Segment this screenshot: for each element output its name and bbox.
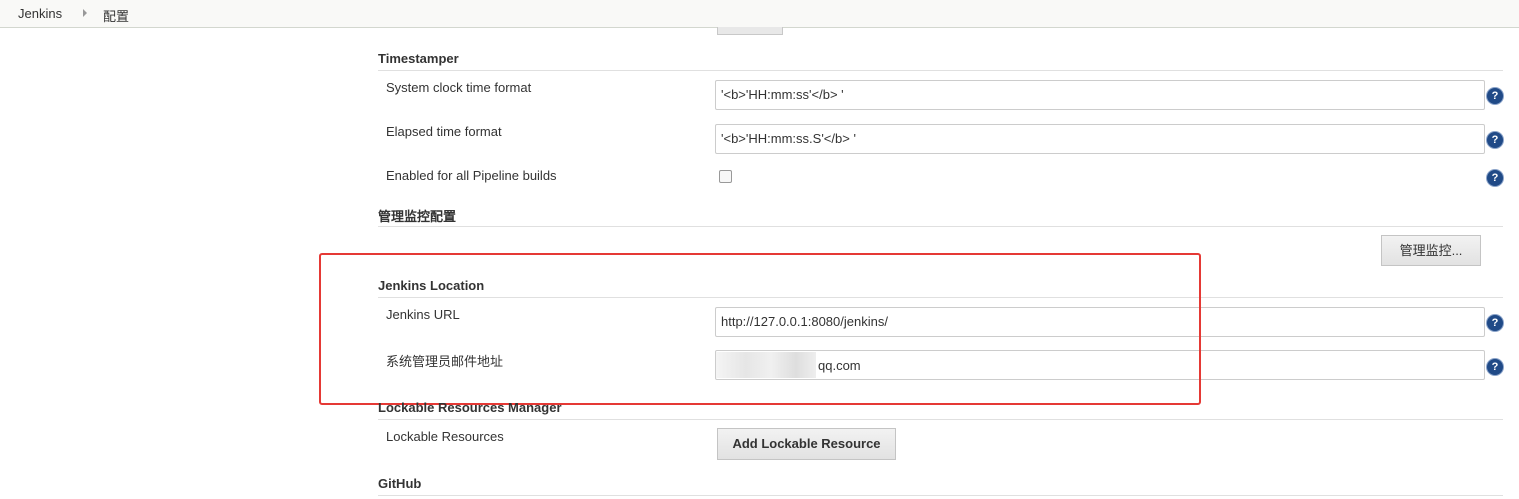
help-icon[interactable]: ? — [1487, 359, 1503, 375]
partial-button[interactable] — [717, 27, 783, 35]
elapsed-time-label: Elapsed time format — [386, 124, 502, 139]
breadcrumb: Jenkins 配置 — [0, 0, 1519, 28]
section-title-admin-monitor: 管理监控配置 — [378, 209, 457, 224]
section-divider — [378, 226, 1503, 227]
help-icon[interactable]: ? — [1487, 132, 1503, 148]
elapsed-time-format-input[interactable]: '<b>'HH:mm:ss.S'</b> ' — [715, 124, 1485, 154]
add-lockable-resource-button[interactable]: Add Lockable Resource — [717, 428, 896, 460]
help-icon[interactable]: ? — [1487, 88, 1503, 104]
chevron-right-icon — [83, 9, 87, 17]
section-title-timestamper: Timestamper — [378, 51, 459, 66]
section-title-github: GitHub — [378, 476, 422, 491]
section-divider — [378, 419, 1503, 420]
pipeline-builds-label: Enabled for all Pipeline builds — [386, 168, 557, 183]
help-icon[interactable]: ? — [1487, 170, 1503, 186]
lockable-resources-label: Lockable Resources — [386, 429, 504, 444]
section-title-lockable-resources: Lockable Resources Manager — [378, 400, 562, 415]
highlight-box — [319, 253, 1201, 405]
system-clock-label: System clock time format — [386, 80, 532, 95]
breadcrumb-jenkins[interactable]: Jenkins — [18, 6, 62, 21]
section-divider — [378, 70, 1503, 71]
help-icon[interactable]: ? — [1487, 315, 1503, 331]
breadcrumb-configure[interactable]: 配置 — [103, 6, 129, 25]
pipeline-builds-checkbox[interactable] — [719, 170, 732, 183]
system-clock-format-input[interactable]: '<b>'HH:mm:ss'</b> ' — [715, 80, 1485, 110]
admin-monitor-button[interactable]: 管理监控... — [1381, 235, 1481, 266]
section-divider — [378, 495, 1503, 496]
